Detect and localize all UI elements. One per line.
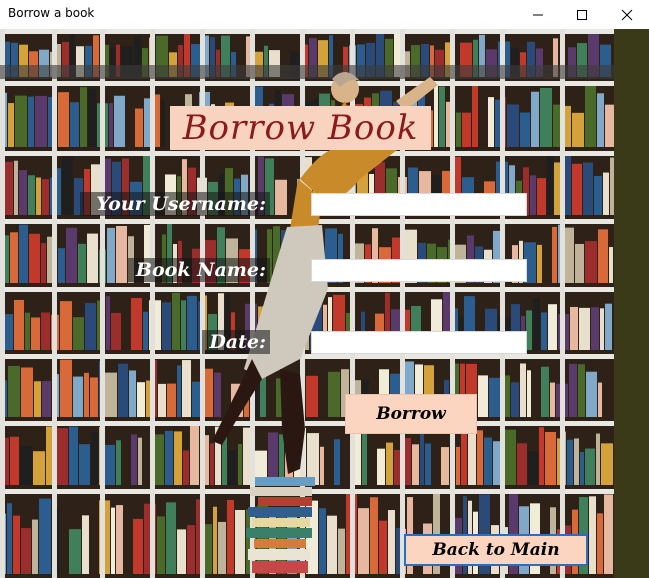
- close-icon: [621, 9, 633, 20]
- book-stack: [246, 477, 315, 573]
- minimize-icon: [533, 14, 543, 15]
- page-title: Borrow Book: [170, 106, 431, 150]
- title-bar[interactable]: Borrow a book: [0, 0, 649, 29]
- borrow-window: Borrow a book Borrow Book Your Username:…: [0, 0, 649, 578]
- maximize-icon: [577, 9, 587, 20]
- close-button[interactable]: [604, 0, 649, 29]
- maximize-button[interactable]: [559, 0, 605, 29]
- back-to-main-button[interactable]: Back to Main: [404, 534, 588, 566]
- username-label: Your Username:: [80, 192, 270, 216]
- date-label: Date:: [202, 330, 270, 354]
- username-input[interactable]: [311, 193, 527, 216]
- minimize-button[interactable]: [515, 0, 561, 29]
- book-name-label: Book Name:: [128, 258, 270, 282]
- book-name-input[interactable]: [311, 259, 527, 282]
- window-title: Borrow a book: [8, 6, 95, 20]
- date-input[interactable]: [311, 331, 527, 354]
- borrow-button[interactable]: Borrow: [345, 394, 477, 434]
